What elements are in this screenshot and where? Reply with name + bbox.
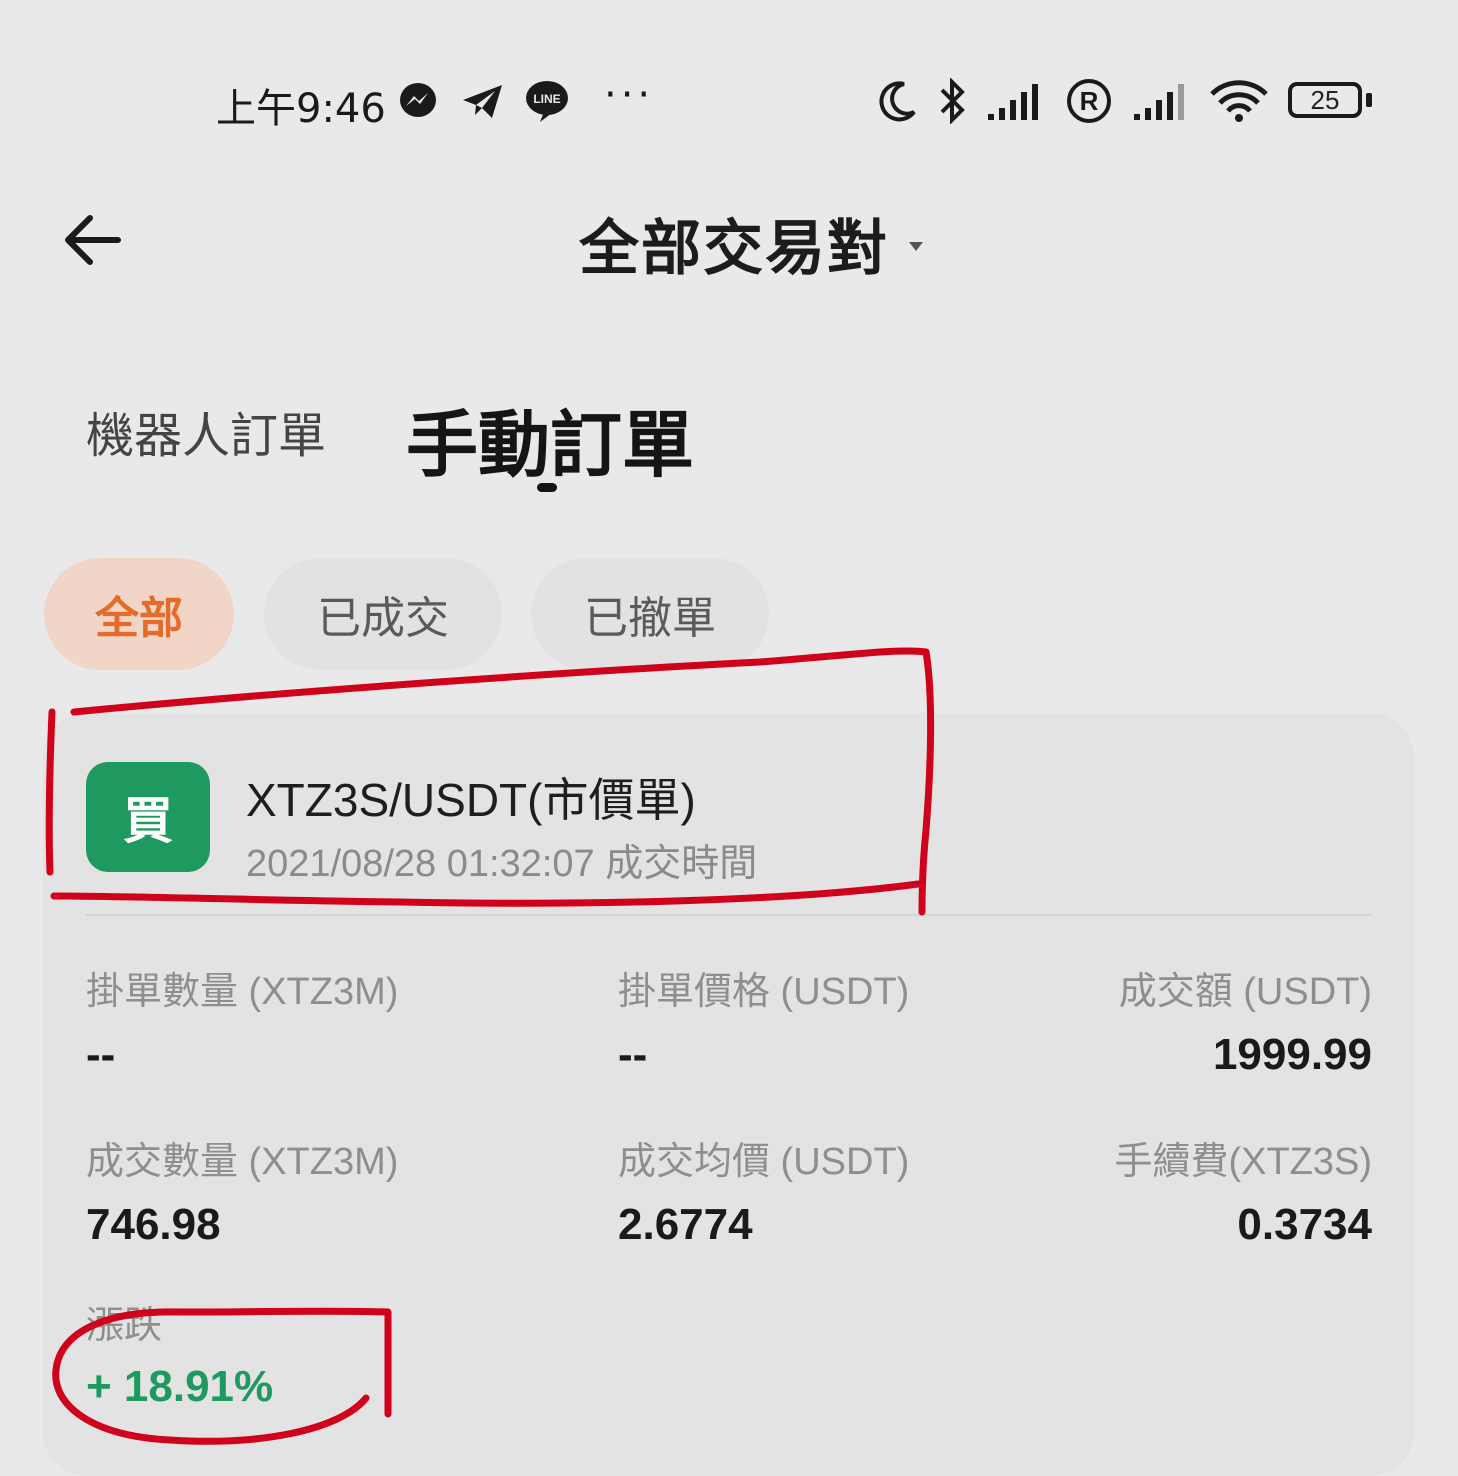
tab-manual-orders[interactable]: 手動訂單: [406, 386, 694, 491]
line-icon: LINE: [526, 81, 568, 122]
bluetooth-icon: [940, 78, 965, 124]
battery-level: 25: [1310, 84, 1340, 115]
change-value: + 18.91%: [86, 1362, 274, 1411]
messenger-icon: [400, 83, 436, 117]
signal-icon: [988, 84, 1038, 120]
svg-text:R: R: [1080, 86, 1099, 116]
wifi-icon: [1210, 80, 1268, 122]
buy-badge: 買: [86, 762, 210, 872]
filter-filled[interactable]: 已成交: [264, 558, 502, 670]
order-pair: XTZ3S/USDT(市價單): [246, 774, 696, 826]
tab-active-indicator: [537, 483, 557, 492]
back-arrow-icon[interactable]: [60, 208, 124, 272]
order-trade-time: 2021/08/28 01:32:07 成交時間: [246, 843, 758, 885]
filter-all[interactable]: 全部: [44, 558, 234, 670]
telegram-icon: [463, 85, 502, 118]
filled-qty-value: 746.98: [86, 1200, 221, 1249]
status-time: 上午9:46: [216, 86, 386, 132]
battery-tip: [1366, 93, 1372, 107]
tab-robot-orders[interactable]: 機器人訂單: [86, 396, 326, 466]
caret-down-icon: [909, 242, 923, 251]
battery-icon: 25: [1288, 82, 1362, 118]
turnover-label: 成交額 (USDT): [1118, 971, 1372, 1013]
signal-2-icon: [1134, 84, 1184, 120]
filled-qty-label: 成交數量 (XTZ3M): [86, 1141, 399, 1183]
page-title: 全部交易對: [579, 214, 889, 284]
fee-label: 手續費(XTZ3S): [1114, 1141, 1372, 1183]
fee-value: 0.3734: [1237, 1200, 1372, 1249]
card-divider: [86, 914, 1372, 916]
turnover-value: 1999.99: [1212, 1030, 1372, 1079]
svg-text:LINE: LINE: [533, 92, 560, 106]
change-label: 漲跌: [86, 1305, 163, 1347]
pair-selector[interactable]: 全部交易對: [579, 200, 923, 287]
filter-canceled[interactable]: 已撤單: [531, 558, 769, 670]
order-qty-value: --: [86, 1030, 116, 1079]
order-price-value: --: [618, 1030, 648, 1079]
order-price-label: 掛單價格 (USDT): [618, 971, 910, 1013]
moon-icon: [879, 81, 916, 122]
avg-price-value: 2.6774: [618, 1200, 753, 1249]
avg-price-label: 成交均價 (USDT): [618, 1141, 910, 1183]
roaming-icon: R: [1067, 79, 1111, 123]
more-notifications-icon: ···: [604, 72, 655, 118]
order-qty-label: 掛單數量 (XTZ3M): [86, 971, 399, 1013]
